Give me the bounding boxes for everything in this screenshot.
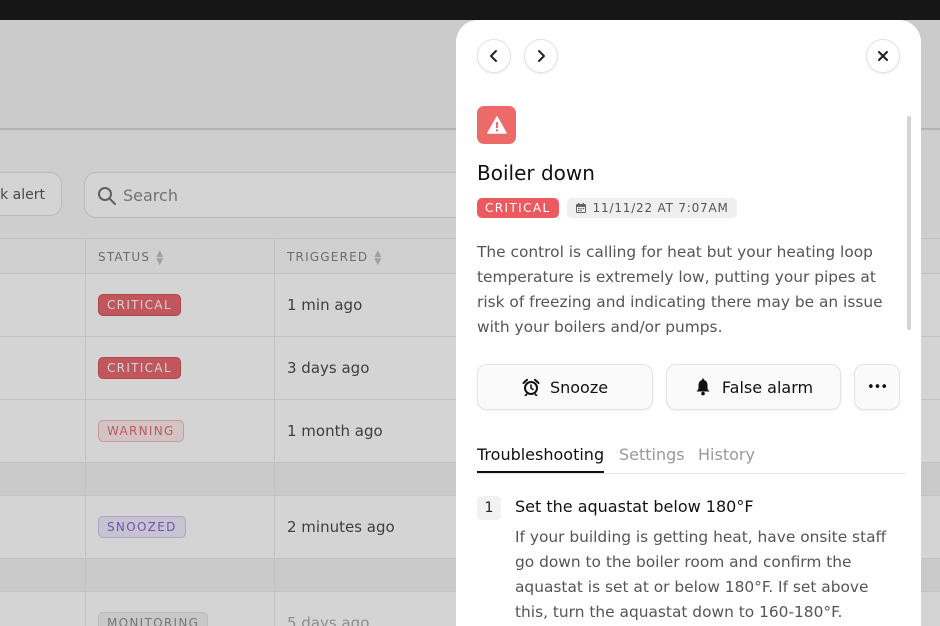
column-header-label: STATUS — [98, 250, 151, 264]
triggered-date: 11/11/22 AT 7:07AM — [592, 201, 729, 215]
column-divider — [274, 463, 275, 495]
alert-meta: CRITICAL 11/11/22 AT 7:07AM — [477, 198, 737, 218]
column-divider — [274, 496, 275, 558]
column-divider — [85, 337, 86, 399]
column-divider — [85, 559, 86, 591]
warning-triangle-icon — [486, 116, 507, 134]
triggered-date-chip: 11/11/22 AT 7:07AM — [566, 198, 737, 218]
previous-alert-button[interactable] — [477, 39, 511, 73]
step-number: 1 — [477, 496, 501, 520]
column-divider — [85, 592, 86, 626]
false-alarm-button[interactable]: False alarm — [666, 364, 841, 410]
search-input[interactable] — [123, 173, 423, 217]
column-divider — [85, 274, 86, 336]
sort-icon: ▲ ▼ — [374, 248, 383, 267]
tab-troubleshooting[interactable]: Troubleshooting — [477, 442, 605, 473]
column-header-triggered[interactable]: TRIGGERED ▲ ▼ — [287, 239, 382, 275]
bell-icon — [696, 378, 710, 396]
search-box[interactable] — [84, 172, 504, 218]
tab-history[interactable]: History — [698, 442, 755, 473]
mark-alert-button[interactable]: rk alert — [0, 172, 62, 216]
alert-severity-tile — [477, 106, 516, 144]
alert-title: Boiler down — [477, 161, 595, 185]
column-divider — [274, 239, 275, 273]
panel-scrollbar[interactable] — [907, 116, 911, 330]
false-alarm-button-label: False alarm — [721, 377, 814, 397]
more-icon: ••• — [866, 379, 888, 395]
column-header-status[interactable]: STATUS ▲ ▼ — [98, 239, 164, 275]
column-header-label: TRIGGERED — [287, 250, 369, 264]
severity-badge: CRITICAL — [477, 198, 559, 218]
triggered-time: 1 min ago — [287, 296, 363, 314]
column-divider — [85, 239, 86, 273]
close-icon — [878, 51, 888, 61]
triggered-time: 5 days ago — [287, 614, 370, 626]
status-badge: MONITORING — [98, 612, 209, 626]
triggered-time: 2 minutes ago — [287, 518, 395, 536]
status-badge: CRITICAL — [98, 294, 181, 316]
column-divider — [274, 337, 275, 399]
column-divider — [274, 274, 275, 336]
chevron-left-icon — [490, 50, 497, 62]
step-body: If your building is getting heat, have o… — [515, 528, 887, 621]
snooze-button[interactable]: Snooze — [477, 364, 653, 410]
tab-settings[interactable]: Settings — [619, 442, 685, 473]
column-divider — [274, 559, 275, 591]
next-alert-button[interactable] — [524, 39, 558, 73]
search-icon — [98, 187, 116, 205]
sort-icon: ▲ ▼ — [156, 248, 165, 267]
status-badge: CRITICAL — [98, 357, 181, 379]
status-badge: WARNING — [98, 420, 184, 442]
close-panel-button[interactable] — [866, 39, 900, 73]
triggered-time: 3 days ago — [287, 359, 370, 377]
alarm-clock-icon — [522, 378, 540, 396]
more-actions-button[interactable]: ••• — [854, 364, 900, 410]
snooze-button-label: Snooze — [549, 377, 609, 397]
column-divider — [85, 400, 86, 462]
chevron-right-icon — [538, 50, 545, 62]
column-divider — [85, 496, 86, 558]
column-divider — [274, 400, 275, 462]
triggered-time: 1 month ago — [287, 422, 383, 440]
column-divider — [85, 463, 86, 495]
column-divider — [274, 592, 275, 626]
step-title: Set the aquastat below 180°F — [515, 497, 754, 516]
status-badge: SNOOZED — [98, 516, 186, 538]
alert-detail-panel: Boiler down CRITICAL 11/11/22 AT 7:07AM … — [456, 20, 921, 626]
detail-tabs: Troubleshooting Settings History — [477, 442, 905, 474]
calendar-icon — [575, 203, 586, 213]
alert-description: The control is calling for heat but your… — [477, 243, 883, 336]
